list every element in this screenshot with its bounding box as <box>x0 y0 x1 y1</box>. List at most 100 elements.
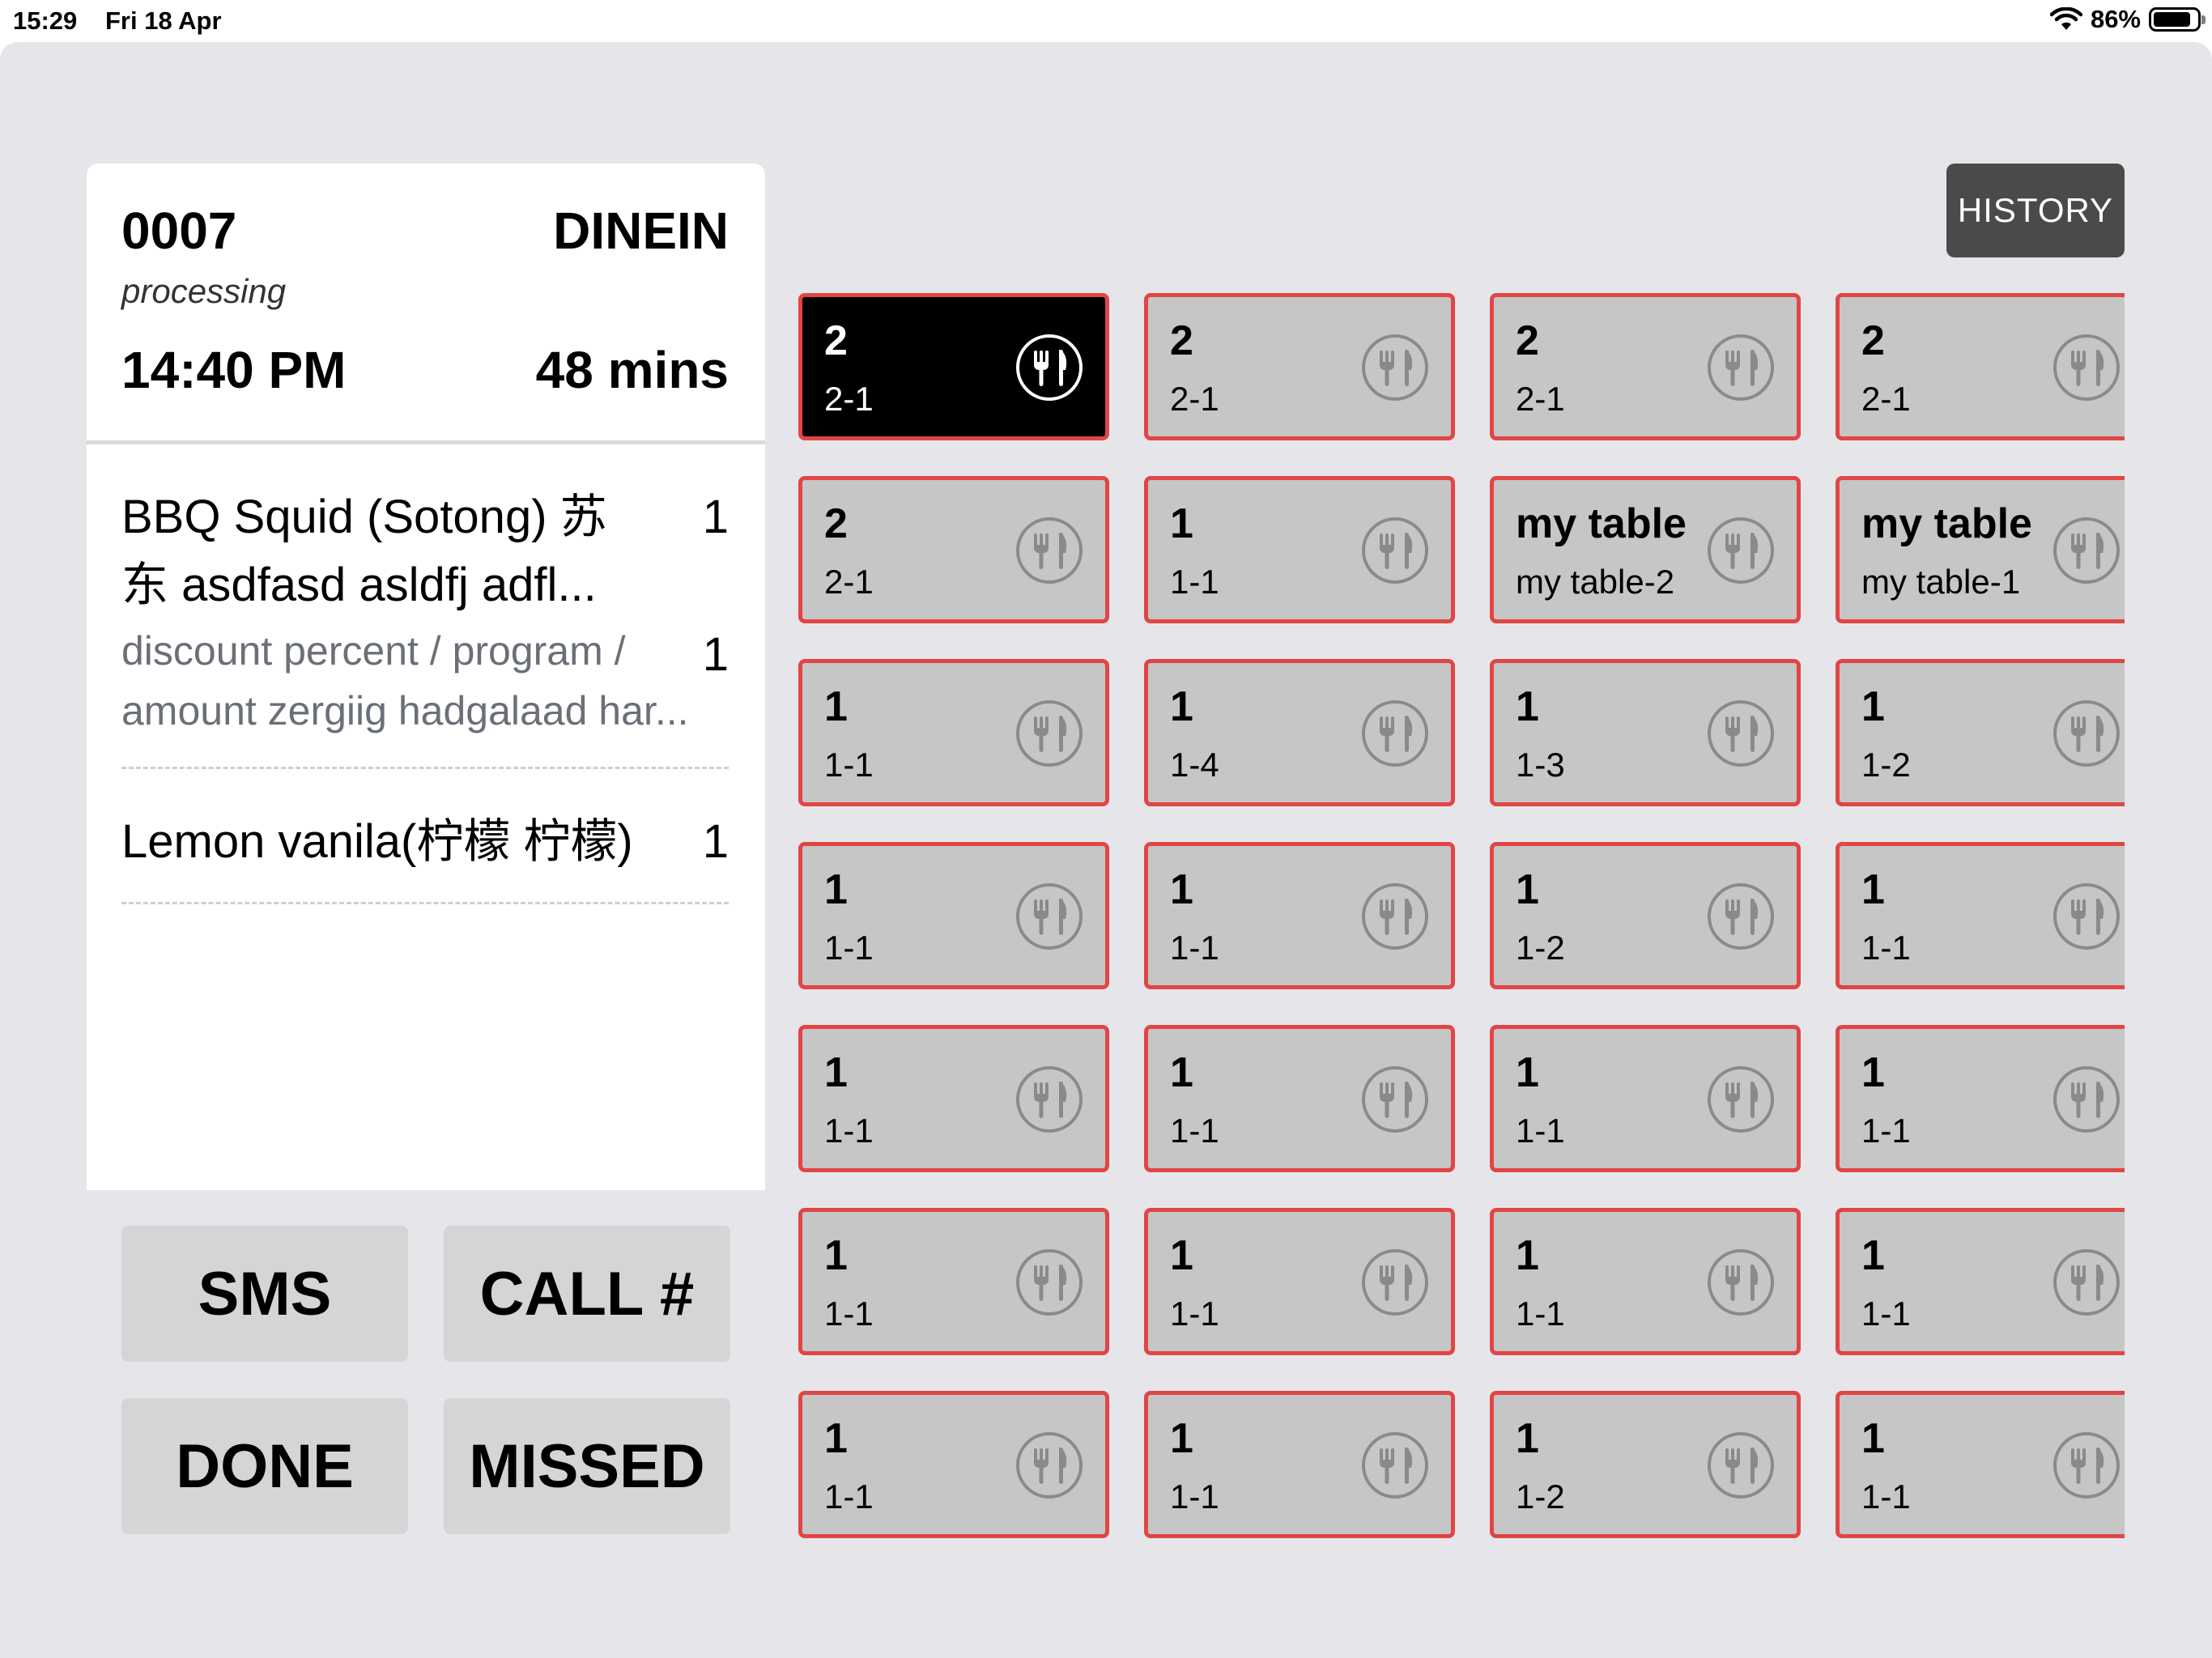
table-guest-count: 1 <box>824 1232 848 1279</box>
table-tile[interactable]: 1 1-1 <box>798 1025 1109 1172</box>
order-item[interactable]: Lemon vanila(柠檬 柠檬) 1 <box>121 769 729 904</box>
table-guest-count: 1 <box>1861 1049 1885 1096</box>
table-label: 1-2 <box>1861 746 1911 784</box>
table-guest-count: 1 <box>1516 866 1539 913</box>
status-indicators: 86% <box>2049 5 2206 34</box>
table-guest-count: 2 <box>824 500 848 547</box>
table-tile[interactable]: 1 1-1 <box>798 659 1109 806</box>
item-modifier: discount percent / program / amount zerg… <box>121 628 689 733</box>
table-tile[interactable]: 1 1-1 <box>798 1391 1109 1538</box>
table-label: 2-1 <box>1861 380 1911 418</box>
utensils-icon <box>1360 1065 1430 1134</box>
table-guest-count: 2 <box>824 317 848 364</box>
utensils-icon <box>1706 1065 1776 1134</box>
table-tile[interactable]: 1 1-1 <box>1490 1025 1801 1172</box>
table-guest-count: 2 <box>1516 317 1539 364</box>
table-label: 2-1 <box>1516 380 1565 418</box>
table-label: 1-3 <box>1516 746 1565 784</box>
table-tile[interactable]: 2 2-1 <box>1490 293 1801 440</box>
table-guest-count: 1 <box>1861 1415 1885 1462</box>
utensils-icon <box>1360 882 1430 951</box>
order-card: 0007 DINEIN processing 14:40 PM 48 mins … <box>87 164 765 1190</box>
missed-button[interactable]: MISSED <box>444 1398 730 1534</box>
table-guest-count: 1 <box>1861 866 1885 913</box>
table-tile[interactable]: 1 1-1 <box>1836 1391 2125 1538</box>
utensils-icon <box>2052 882 2121 951</box>
order-number: 0007 <box>121 202 237 260</box>
status-bar: 15:29 Fri 18 Apr 86% <box>0 0 2212 42</box>
item-name: BBQ Squid (Sotong) 苏东 asdfasd asldfj adf… <box>121 491 607 611</box>
table-grid: 2 2-1 2 2-1 2 2-1 2 2-1 2 2-1 1 1-1 my t… <box>798 293 2125 1538</box>
battery-icon <box>2149 7 2206 32</box>
table-guest-count: 1 <box>824 866 848 913</box>
item-modifier-quantity: 1 <box>702 628 729 681</box>
utensils-icon <box>1015 699 1084 768</box>
table-tile[interactable]: 1 1-1 <box>798 842 1109 989</box>
table-label: 1-1 <box>1516 1295 1565 1333</box>
table-tile[interactable]: 1 1-4 <box>1144 659 1455 806</box>
table-tile[interactable]: my table my table-1 <box>1836 476 2125 623</box>
table-tile[interactable]: my table my table-2 <box>1490 476 1801 623</box>
utensils-icon <box>1706 333 1776 402</box>
table-label: 2-1 <box>1170 380 1219 418</box>
table-guest-count: 1 <box>824 1415 848 1462</box>
table-label: 1-1 <box>1861 929 1911 967</box>
table-guest-count: 1 <box>824 683 848 730</box>
table-guest-count: 1 <box>1861 1232 1885 1279</box>
table-label: 1-1 <box>1170 563 1219 601</box>
utensils-icon <box>1706 516 1776 585</box>
utensils-icon <box>1015 1248 1084 1317</box>
utensils-icon <box>1706 699 1776 768</box>
table-tile[interactable]: 1 1-1 <box>1836 1208 2125 1355</box>
table-tile[interactable]: 1 1-1 <box>1144 1208 1455 1355</box>
utensils-icon <box>1360 699 1430 768</box>
table-label: 1-1 <box>824 746 874 784</box>
utensils-icon <box>1015 516 1084 585</box>
utensils-icon <box>1360 333 1430 402</box>
table-tile[interactable]: 1 1-2 <box>1836 659 2125 806</box>
table-tile[interactable]: 1 1-2 <box>1490 842 1801 989</box>
utensils-icon <box>1015 1431 1084 1500</box>
item-quantity: 1 <box>702 815 729 868</box>
order-header: 0007 DINEIN processing 14:40 PM 48 mins <box>87 164 765 444</box>
table-tile[interactable]: 1 1-3 <box>1490 659 1801 806</box>
order-status: processing <box>121 272 287 310</box>
sms-button[interactable]: SMS <box>121 1226 408 1362</box>
call-button[interactable]: CALL # <box>444 1226 730 1362</box>
history-button[interactable]: HISTORY <box>1946 164 2125 257</box>
status-date: Fri 18 Apr <box>105 6 222 35</box>
utensils-icon <box>2052 699 2121 768</box>
table-guest-count: 1 <box>1170 866 1193 913</box>
order-item[interactable]: BBQ Squid (Sotong) 苏东 asdfasd asldfj adf… <box>121 444 729 769</box>
utensils-icon <box>1360 1248 1430 1317</box>
table-tile[interactable]: 1 1-1 <box>1144 842 1455 989</box>
table-tile[interactable]: 1 1-1 <box>1144 476 1455 623</box>
table-guest-count: 1 <box>1516 683 1539 730</box>
table-tile[interactable]: 2 2-1 <box>1836 293 2125 440</box>
table-tile[interactable]: 1 1-1 <box>798 1208 1109 1355</box>
table-guest-count: 1 <box>1170 500 1193 547</box>
table-label: 1-1 <box>1170 1112 1219 1150</box>
table-label: 2-1 <box>824 380 874 418</box>
battery-level <box>2154 12 2190 27</box>
table-tile[interactable]: 2 2-1 <box>798 293 1109 440</box>
status-time: 15:29 <box>13 6 78 35</box>
table-tile[interactable]: 1 1-1 <box>1144 1025 1455 1172</box>
table-guest-count: 1 <box>1170 1049 1193 1096</box>
table-tile[interactable]: 1 1-2 <box>1490 1391 1801 1538</box>
table-tile[interactable]: 1 1-1 <box>1490 1208 1801 1355</box>
table-tile[interactable]: 2 2-1 <box>798 476 1109 623</box>
table-tile[interactable]: 1 1-1 <box>1836 1025 2125 1172</box>
table-label: 1-1 <box>824 1295 874 1333</box>
table-label: 1-1 <box>824 1477 874 1516</box>
table-label: my table-1 <box>1861 563 2021 601</box>
table-label: 1-4 <box>1170 746 1219 784</box>
table-tile[interactable]: 2 2-1 <box>1144 293 1455 440</box>
table-label: my table-2 <box>1516 563 1675 601</box>
utensils-icon <box>2052 1431 2121 1500</box>
done-button[interactable]: DONE <box>121 1398 408 1534</box>
table-grid-viewport[interactable]: 2 2-1 2 2-1 2 2-1 2 2-1 2 2-1 1 1-1 my t… <box>798 293 2125 1588</box>
table-tile[interactable]: 1 1-1 <box>1836 842 2125 989</box>
table-tile[interactable]: 1 1-1 <box>1144 1391 1455 1538</box>
table-label: 1-1 <box>1861 1477 1911 1516</box>
